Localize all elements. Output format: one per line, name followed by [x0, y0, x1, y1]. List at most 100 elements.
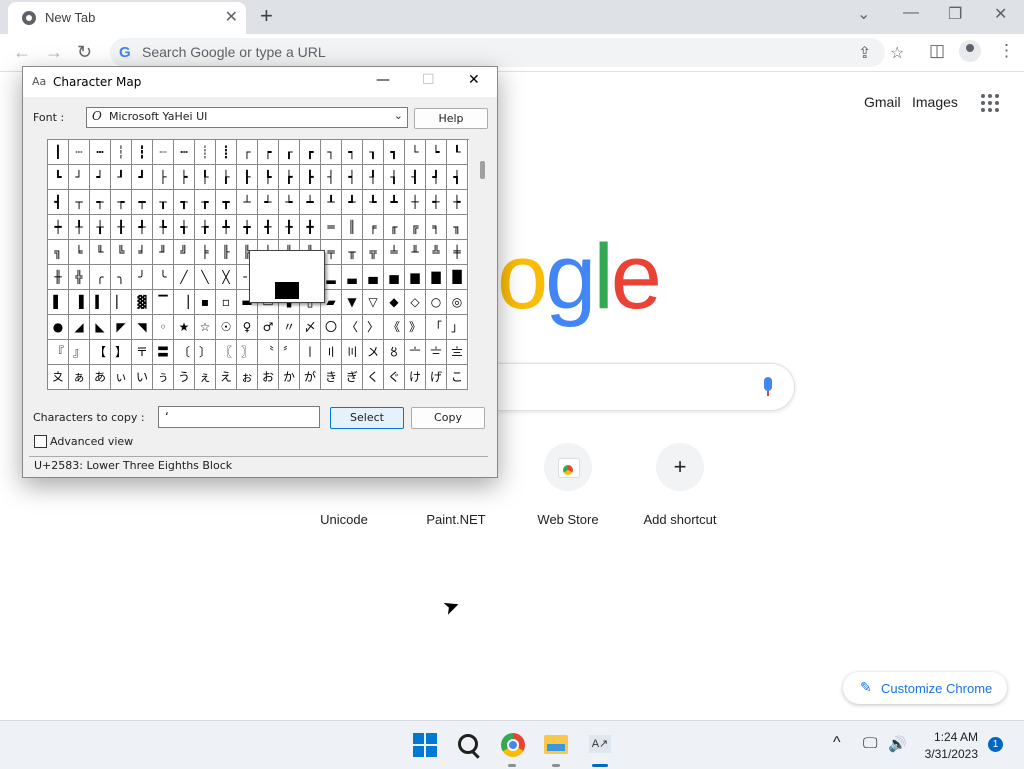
character-cell[interactable]: ┈: [153, 140, 174, 165]
character-cell[interactable]: 〓: [153, 340, 174, 365]
character-cell[interactable]: ┾: [447, 190, 468, 215]
character-cell[interactable]: ┽: [426, 190, 447, 215]
character-cell[interactable]: ┋: [216, 140, 237, 165]
close-window-button[interactable]: ✕: [994, 4, 1007, 24]
character-cell[interactable]: ╱: [174, 265, 195, 290]
omnibox-placeholder[interactable]: Search Google or type a URL: [142, 44, 326, 60]
character-cell[interactable]: ┟: [216, 165, 237, 190]
character-cell[interactable]: 〞: [279, 340, 300, 365]
character-cell[interactable]: ═: [321, 215, 342, 240]
tab-search-icon[interactable]: ⌄: [857, 4, 870, 24]
character-cell[interactable]: ┞: [195, 165, 216, 190]
character-cell[interactable]: ┰: [153, 190, 174, 215]
chrome-taskbar-icon[interactable]: [501, 733, 525, 757]
character-cell[interactable]: ぁ: [69, 365, 90, 390]
character-cell[interactable]: ┫: [48, 190, 69, 215]
character-cell[interactable]: ┹: [342, 190, 363, 215]
character-cell[interactable]: ぐ: [384, 365, 405, 390]
character-cell[interactable]: ☆: [195, 315, 216, 340]
character-cell[interactable]: ╩: [426, 240, 447, 265]
character-cell[interactable]: 〤: [363, 340, 384, 365]
character-cell[interactable]: ┌: [237, 140, 258, 165]
character-cell[interactable]: ║: [342, 215, 363, 240]
character-cell[interactable]: ┍: [258, 140, 279, 165]
character-cell[interactable]: ▐: [69, 290, 90, 315]
character-cell[interactable]: ╁: [90, 215, 111, 240]
character-cell[interactable]: あ: [90, 365, 111, 390]
character-cell[interactable]: が: [300, 365, 321, 390]
character-cell[interactable]: げ: [426, 365, 447, 390]
character-cell[interactable]: 〧: [426, 340, 447, 365]
character-cell[interactable]: 〒: [132, 340, 153, 365]
reload-icon[interactable]: ↻: [77, 42, 92, 63]
character-cell[interactable]: ┮: [111, 190, 132, 215]
character-cell[interactable]: ┪: [447, 165, 468, 190]
character-cell[interactable]: ┠: [237, 165, 258, 190]
character-cell[interactable]: ┄: [69, 140, 90, 165]
images-link[interactable]: Images: [912, 94, 958, 110]
character-cell[interactable]: ╧: [384, 240, 405, 265]
character-cell[interactable]: ぎ: [342, 365, 363, 390]
show-hidden-icons-icon[interactable]: ^: [833, 734, 841, 752]
charmap-titlebar[interactable]: Aa Character Map — ☐ ✕: [23, 67, 497, 97]
character-cell[interactable]: ╀: [69, 215, 90, 240]
character-cell[interactable]: ┱: [174, 190, 195, 215]
character-cell[interactable]: ┛: [132, 165, 153, 190]
character-cell[interactable]: お: [258, 365, 279, 390]
character-cell[interactable]: 〈: [342, 315, 363, 340]
tab-new-tab[interactable]: New Tab ✕: [8, 2, 246, 34]
character-cell[interactable]: 〆: [300, 315, 321, 340]
taskbar-search-icon[interactable]: [458, 734, 478, 754]
character-cell[interactable]: ╔: [405, 215, 426, 240]
character-cell[interactable]: け: [405, 365, 426, 390]
character-cell[interactable]: ┳: [216, 190, 237, 215]
shortcut-web-store[interactable]: Web Store: [518, 443, 618, 527]
file-explorer-icon[interactable]: [544, 735, 568, 754]
character-cell[interactable]: 〝: [258, 340, 279, 365]
advanced-view-checkbox[interactable]: [34, 435, 47, 448]
character-cell[interactable]: ◢: [69, 315, 90, 340]
side-panel-icon[interactable]: ◫: [929, 41, 945, 61]
character-cell[interactable]: ▃: [342, 265, 363, 290]
back-icon[interactable]: ←: [13, 42, 31, 63]
character-cell[interactable]: ▼: [342, 290, 363, 315]
character-cell[interactable]: ▓: [132, 290, 153, 315]
omnibox[interactable]: G Search Google or type a URL ⇪ ☆: [110, 38, 904, 67]
character-cell[interactable]: ╂: [111, 215, 132, 240]
character-cell[interactable]: ▍: [90, 290, 111, 315]
copy-button[interactable]: Copy: [411, 407, 485, 429]
character-cell[interactable]: 〣: [342, 340, 363, 365]
character-cell[interactable]: 』: [69, 340, 90, 365]
character-cell[interactable]: 〨: [447, 340, 468, 365]
minimize-button[interactable]: —: [903, 4, 919, 22]
character-cell[interactable]: ╞: [195, 240, 216, 265]
character-cell[interactable]: ╊: [279, 215, 300, 240]
character-cell[interactable]: ┯: [132, 190, 153, 215]
character-cell[interactable]: 〢: [321, 340, 342, 365]
character-cell[interactable]: 》: [405, 315, 426, 340]
character-cell[interactable]: ┃: [48, 140, 69, 165]
character-cell[interactable]: ┬: [69, 190, 90, 215]
character-cell[interactable]: 〕: [195, 340, 216, 365]
character-cell[interactable]: 『: [48, 340, 69, 365]
character-cell[interactable]: ╚: [111, 240, 132, 265]
charmap-close-button[interactable]: ✕: [468, 72, 480, 88]
character-cell[interactable]: ┡: [258, 165, 279, 190]
character-cell[interactable]: ┣: [300, 165, 321, 190]
character-cell[interactable]: ╟: [216, 240, 237, 265]
character-cell[interactable]: ╕: [426, 215, 447, 240]
new-tab-button[interactable]: +: [260, 5, 273, 27]
character-cell[interactable]: ╆: [195, 215, 216, 240]
character-cell[interactable]: ╗: [48, 240, 69, 265]
character-cell[interactable]: ┐: [321, 140, 342, 165]
character-cell[interactable]: ▏: [111, 290, 132, 315]
character-cell[interactable]: か: [279, 365, 300, 390]
character-cell[interactable]: 〔: [174, 340, 195, 365]
character-cell[interactable]: き: [321, 365, 342, 390]
character-cell[interactable]: 」: [447, 315, 468, 340]
character-cell[interactable]: ▔: [153, 290, 174, 315]
menu-icon[interactable]: ⋮: [998, 41, 1015, 61]
character-cell[interactable]: ┖: [447, 140, 468, 165]
character-cell[interactable]: ╓: [384, 215, 405, 240]
character-cell[interactable]: ぉ: [237, 365, 258, 390]
